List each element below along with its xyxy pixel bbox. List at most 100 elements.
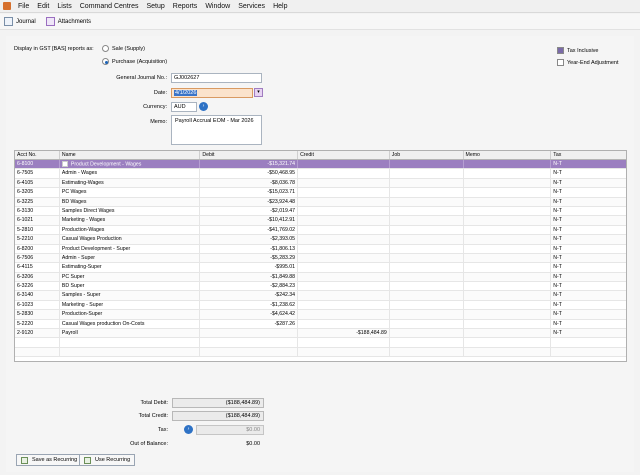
cell-name[interactable]: Casual Wages Production (60, 235, 201, 244)
menu-edit[interactable]: Edit (33, 3, 53, 10)
cell-job[interactable] (390, 263, 464, 272)
cell-job[interactable] (390, 310, 464, 319)
cell-name[interactable]: Estimating-Wages (60, 178, 201, 188)
cell-job[interactable] (390, 300, 464, 310)
menu-help[interactable]: Help (269, 3, 291, 10)
cell-acct[interactable]: 6-3226 (15, 282, 60, 291)
save-as-recurring-button[interactable]: Save as Recurring (16, 454, 83, 466)
cell-debit[interactable]: -$4,624.42 (200, 310, 299, 319)
memo-field[interactable]: Payroll Accrual EOM - Mar 2026 (171, 115, 262, 145)
cell-acct[interactable]: 6-1021 (15, 216, 60, 225)
cell-tax[interactable]: N-T (551, 198, 626, 206)
cell-tax[interactable]: N-T (551, 263, 626, 271)
cell-memo[interactable] (464, 206, 552, 216)
cell-tax[interactable]: N-T (551, 291, 626, 299)
table-row[interactable]: 6-4115 Estimating-Super -$995.01 N-T (15, 263, 626, 273)
cell-credit[interactable] (298, 282, 390, 291)
cell-tax[interactable]: N-T (551, 273, 626, 281)
cell-debit[interactable]: -$242.34 (200, 291, 299, 300)
cell-debit[interactable]: -$1,806.13 (200, 244, 299, 253)
cell-credit[interactable] (298, 310, 390, 319)
col-debit[interactable]: Debit (200, 151, 299, 159)
cell-name[interactable]: Product Development - Wages (60, 160, 201, 169)
cell-memo[interactable] (464, 300, 552, 310)
cell-job[interactable] (390, 244, 464, 253)
cell-credit[interactable] (298, 206, 390, 216)
table-row[interactable]: 6-8200 Product Development - Super -$1,806… (15, 244, 626, 254)
cell-job[interactable] (390, 178, 464, 188)
cell-memo[interactable] (464, 282, 552, 291)
empty-row[interactable] (15, 347, 626, 358)
cell-memo[interactable] (464, 225, 552, 235)
cell-acct[interactable]: 6-4105 (15, 178, 60, 188)
cell-tax[interactable]: N-T (551, 245, 626, 253)
cell-job[interactable] (390, 338, 464, 347)
cell-job[interactable] (390, 225, 464, 235)
cell-tax[interactable]: N-T (551, 235, 626, 243)
journal-no-field[interactable]: GJ002627 (171, 73, 262, 83)
cell-acct[interactable]: 6-3205 (15, 188, 60, 197)
cell-name[interactable]: Samples - Super (60, 291, 201, 300)
cell-memo[interactable] (464, 329, 552, 338)
year-end-option[interactable]: Year-End Adjustment (557, 59, 618, 66)
cell-acct[interactable]: 6-8100 (15, 160, 60, 169)
cell-memo[interactable] (464, 291, 552, 300)
menu-reports[interactable]: Reports (169, 3, 202, 10)
year-end-checkbox[interactable] (557, 59, 564, 66)
tax-lookup-button[interactable]: › (184, 425, 193, 434)
empty-row[interactable] (15, 338, 626, 348)
cell-tax[interactable]: N-T (551, 254, 626, 262)
cell-credit[interactable] (298, 319, 390, 329)
cell-memo[interactable] (464, 197, 552, 206)
cell-acct[interactable]: 6-7506 (15, 253, 60, 263)
table-row[interactable]: 6-8100 Product Development - Wages -$15,32… (15, 160, 626, 170)
cell-job[interactable] (390, 253, 464, 263)
table-row[interactable]: 6-3130 Samples Direct Wages -$2,019.47 N-T (15, 206, 626, 217)
cell-acct[interactable]: 6-1023 (15, 300, 60, 310)
cell-job[interactable] (390, 235, 464, 244)
table-row[interactable]: 6-7505 Admin - Wages -$50,468.95 N-T (15, 169, 626, 179)
cell-tax[interactable]: N-T (551, 207, 626, 215)
cell-debit[interactable]: -$8,036.78 (200, 178, 299, 188)
cell-job[interactable] (390, 206, 464, 216)
cell-tax[interactable] (551, 338, 626, 346)
cell-tax[interactable]: N-T (551, 329, 626, 337)
cell-memo[interactable] (464, 319, 552, 329)
col-job[interactable]: Job (390, 151, 464, 159)
cell-name[interactable]: Production-Wages (60, 225, 201, 235)
cell-name[interactable]: Product Development - Super (60, 244, 201, 253)
cell-tax[interactable]: N-T (551, 160, 626, 168)
cell-memo[interactable] (464, 188, 552, 197)
journal-button[interactable]: Journal (4, 17, 36, 26)
table-row[interactable]: 6-3205 PC Wages -$15,023.71 N-T (15, 188, 626, 198)
cell-debit[interactable]: -$995.01 (200, 263, 299, 272)
cell-job[interactable] (390, 160, 464, 169)
table-row[interactable]: 6-1021 Marketing - Wages -$10,412.91 N-T (15, 216, 626, 226)
tax-inclusive-option[interactable]: Tax Inclusive (557, 47, 599, 54)
cell-name[interactable]: PC Super (60, 272, 201, 282)
currency-lookup-button[interactable]: › (199, 102, 208, 111)
date-field[interactable]: 4/1/2026 (171, 88, 253, 98)
table-row[interactable]: 6-3140 Samples - Super -$242.34 N-T (15, 291, 626, 301)
cell-name[interactable]: PC Wages (60, 188, 201, 197)
cell-tax[interactable]: N-T (551, 169, 626, 177)
cell-tax[interactable]: N-T (551, 282, 626, 290)
cell-credit[interactable] (298, 253, 390, 263)
table-row[interactable]: 5-2830 Production-Super -$4,624.42 N-T (15, 310, 626, 320)
use-recurring-button[interactable]: Use Recurring (79, 454, 136, 466)
cell-memo[interactable] (464, 235, 552, 244)
cell-job[interactable] (390, 347, 464, 357)
cell-name[interactable]: BD Wages (60, 197, 201, 206)
cell-job[interactable] (390, 329, 464, 338)
table-row[interactable]: 2-9120 Payroll -$188,484.89 N-T (15, 329, 626, 339)
cell-credit[interactable] (298, 178, 390, 188)
cell-tax[interactable] (551, 348, 626, 356)
menu-services[interactable]: Services (234, 3, 269, 10)
cell-name[interactable]: Admin - Wages (60, 169, 201, 178)
cell-job[interactable] (390, 169, 464, 178)
cell-credit[interactable] (298, 169, 390, 178)
cell-tax[interactable]: N-T (551, 301, 626, 309)
cell-debit[interactable]: -$5,283.29 (200, 253, 299, 263)
cell-acct[interactable]: 2-9120 (15, 329, 60, 338)
cell-credit[interactable] (298, 291, 390, 300)
